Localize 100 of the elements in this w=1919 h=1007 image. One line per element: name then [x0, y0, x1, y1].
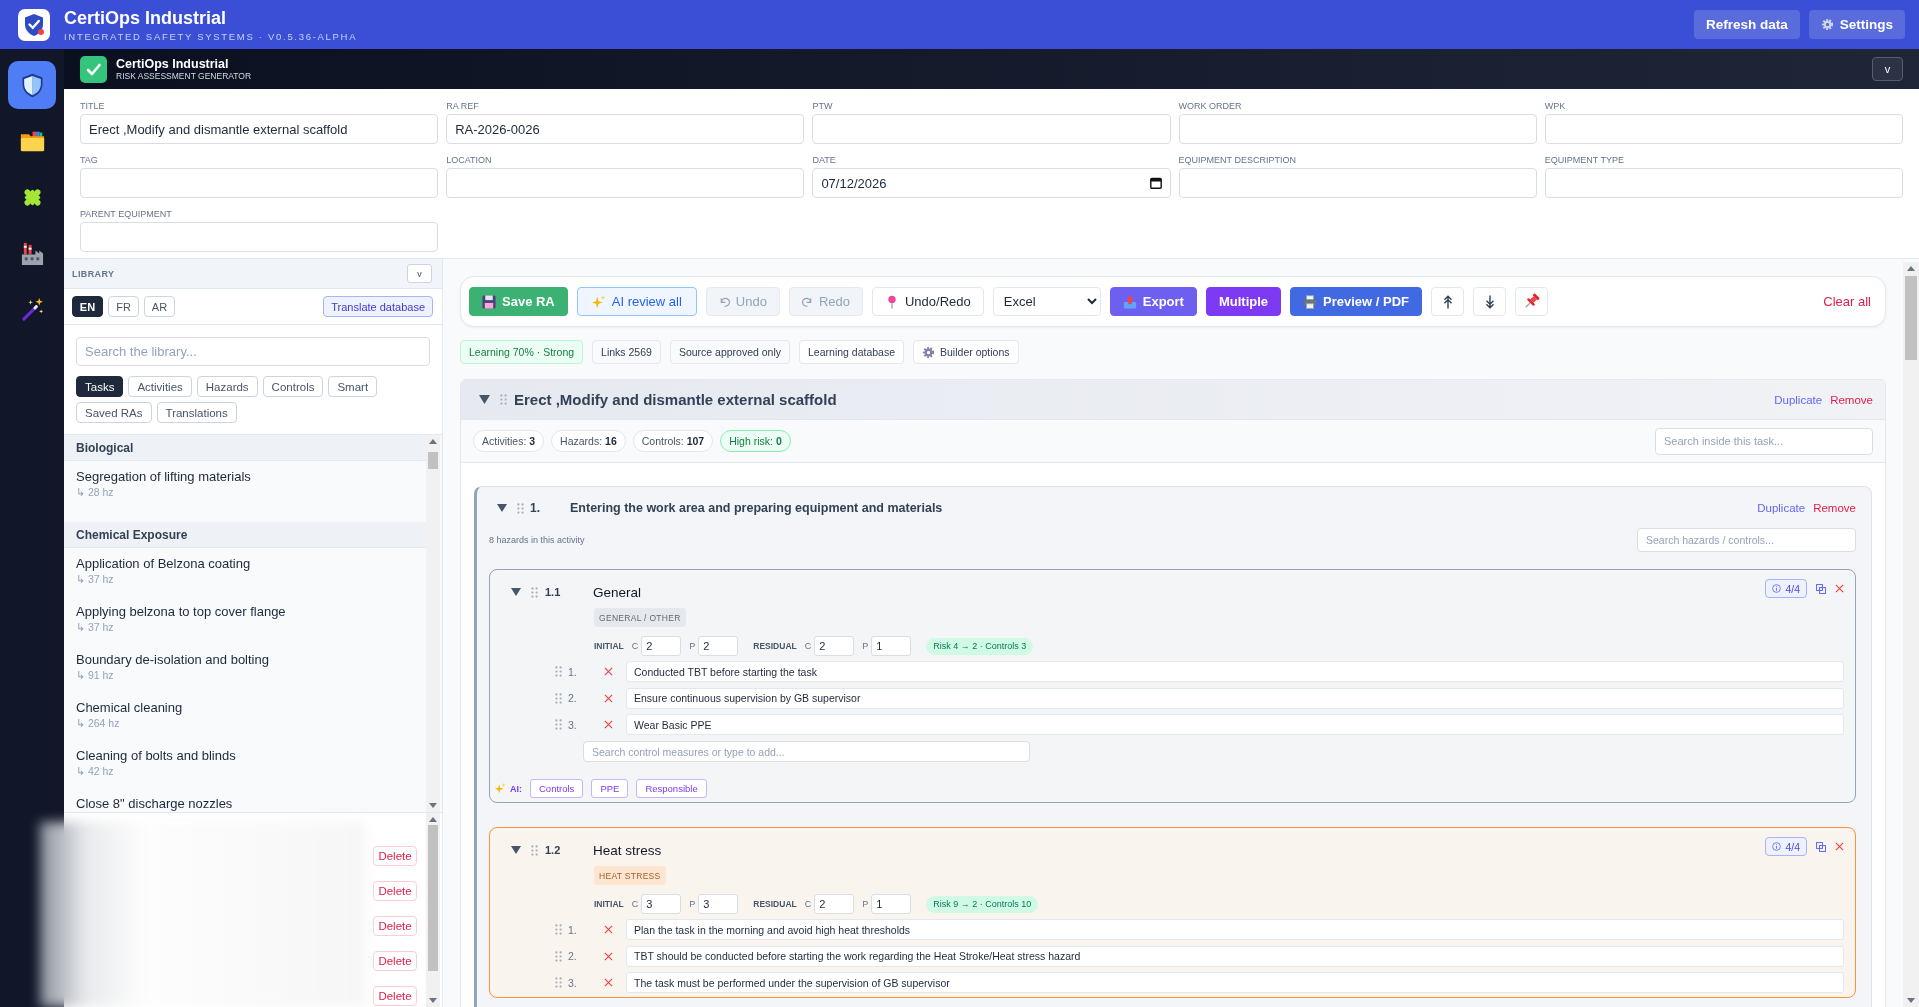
scrollbar-thumb[interactable]	[428, 452, 438, 469]
scrollbar-thumb[interactable]	[428, 825, 438, 971]
score-field[interactable]: 2	[814, 894, 855, 914]
delete-button[interactable]: Delete	[373, 846, 417, 866]
library-tab[interactable]: Smart	[328, 376, 378, 397]
text-field[interactable]: Erect ,Modify and dismantle external scaffold	[80, 114, 439, 144]
review-badge[interactable]: 4/4	[1765, 579, 1807, 598]
duplicate-link[interactable]: Duplicate	[1757, 502, 1806, 514]
language-button[interactable]: AR	[144, 296, 175, 317]
library-item-title[interactable]: Cleaning of bolts and blinds	[76, 747, 236, 764]
control-measure-field[interactable]: Wear Basic PPE	[626, 714, 1844, 735]
score-field[interactable]: 2	[641, 636, 682, 656]
caret-down-icon[interactable]	[511, 846, 521, 854]
close-icon[interactable]	[604, 951, 613, 961]
delete-button[interactable]: Delete	[373, 951, 417, 971]
hazard-search-field[interactable]: Search hazards / controls...	[1637, 528, 1856, 552]
drag-handle-icon[interactable]	[555, 666, 562, 677]
text-field[interactable]	[1544, 114, 1903, 144]
add-control-field[interactable]: Search control measures or type to add...	[583, 741, 1030, 762]
scroll-down-icon[interactable]	[1907, 998, 1915, 1003]
text-field[interactable]	[446, 168, 805, 198]
arrow-down-button[interactable]	[1473, 287, 1507, 316]
control-measure-field[interactable]: Ensure continuous supervision by GB supervisor	[626, 687, 1844, 709]
score-field[interactable]: 2	[698, 636, 739, 656]
clear-all-link[interactable]: Clear all	[1817, 294, 1877, 309]
close-icon[interactable]	[604, 720, 613, 729]
score-field[interactable]: 2	[814, 636, 855, 656]
delete-button[interactable]: Delete	[373, 881, 417, 901]
format-select[interactable]: Excel	[992, 287, 1101, 316]
settings-button[interactable]: Settings	[1808, 10, 1905, 39]
library-tab[interactable]: Activities	[128, 376, 192, 397]
collapse-button[interactable]: v	[1872, 57, 1903, 81]
remove-link[interactable]: Remove	[1813, 502, 1856, 514]
preview-button[interactable]: Preview / PDF	[1290, 287, 1423, 316]
drag-handle-icon[interactable]	[555, 924, 562, 935]
library-tab[interactable]: Tasks	[76, 376, 124, 397]
collapse-button[interactable]: v	[407, 264, 432, 283]
library-item-title[interactable]: Segregation of lifting materials	[76, 468, 251, 485]
nav-button[interactable]	[8, 61, 56, 109]
ai-review-button[interactable]: AI review all	[576, 287, 697, 316]
score-field[interactable]: 3	[641, 894, 682, 914]
remove-link[interactable]: Remove	[1830, 393, 1873, 406]
text-field[interactable]	[812, 114, 1171, 144]
library-item-title[interactable]: Application of Belzona coating	[76, 555, 251, 572]
text-field[interactable]	[80, 168, 439, 198]
arrow-up-button[interactable]	[1431, 287, 1465, 316]
copy-icon[interactable]	[1816, 583, 1826, 594]
caret-down-icon[interactable]	[497, 504, 507, 512]
control-measure-field[interactable]: TBT should be conducted before starting the work regarding the Heat Stroke/Heat stress hazard	[626, 945, 1844, 967]
library-tab[interactable]: Saved RAs	[76, 402, 152, 423]
library-item-title[interactable]: Applying belzona to top cover flange	[76, 603, 286, 620]
pin-button[interactable]	[1515, 287, 1549, 316]
scroll-down-icon[interactable]	[429, 803, 437, 808]
scroll-up-icon[interactable]	[1907, 266, 1915, 271]
copy-icon[interactable]	[1816, 841, 1826, 852]
drag-handle-icon[interactable]	[531, 586, 538, 598]
caret-down-icon[interactable]	[479, 395, 490, 404]
score-field[interactable]: 1	[871, 894, 912, 914]
learning-database-button[interactable]: Learning database	[799, 340, 905, 364]
drag-handle-icon[interactable]	[517, 502, 524, 514]
multiple-button[interactable]: Multiple	[1205, 287, 1282, 316]
text-field[interactable]	[1178, 168, 1537, 198]
library-tab[interactable]: Controls	[262, 376, 324, 397]
scroll-up-icon[interactable]	[429, 439, 437, 444]
scroll-down-icon[interactable]	[429, 998, 437, 1003]
drag-handle-icon[interactable]	[555, 950, 562, 962]
control-measure-field[interactable]: Plan the task in the morning and avoid high heat thresholds	[626, 919, 1844, 940]
text-field[interactable]: RA-2026-0026	[446, 114, 805, 144]
control-measure-field[interactable]: The task must be performed under the supervision of GB supervisor	[626, 972, 1844, 993]
close-icon[interactable]	[1835, 584, 1844, 593]
score-field[interactable]: 3	[698, 894, 739, 914]
drag-handle-icon[interactable]	[555, 977, 562, 988]
text-field[interactable]	[1178, 114, 1537, 144]
refresh-button[interactable]: Refresh data	[1693, 10, 1800, 39]
builder-options-button[interactable]: Builder options	[913, 340, 1019, 364]
drag-handle-icon[interactable]	[555, 692, 562, 704]
export-button[interactable]: Export	[1109, 287, 1197, 316]
close-icon[interactable]	[1835, 842, 1844, 851]
calendar-icon[interactable]	[1149, 177, 1162, 189]
close-icon[interactable]	[604, 925, 613, 934]
scrollbar-track[interactable]	[1903, 262, 1919, 1007]
library-tab[interactable]: Translations	[156, 402, 237, 423]
close-icon[interactable]	[604, 978, 613, 987]
drag-handle-icon[interactable]	[555, 719, 562, 730]
drag-handle-icon[interactable]	[531, 844, 538, 856]
language-button[interactable]: EN	[72, 296, 103, 317]
close-icon[interactable]	[604, 693, 613, 703]
ai-suggest-button[interactable]: Responsible	[636, 779, 707, 798]
library-search-field[interactable]: Search the library...	[76, 337, 430, 366]
scrollbar-thumb[interactable]	[1905, 276, 1917, 360]
scroll-up-icon[interactable]	[429, 817, 437, 822]
drag-handle-icon[interactable]	[500, 394, 507, 405]
text-field[interactable]	[80, 222, 439, 252]
caret-down-icon[interactable]	[511, 588, 521, 596]
delete-button[interactable]: Delete	[373, 916, 417, 936]
review-badge[interactable]: 4/4	[1765, 837, 1807, 856]
library-tab[interactable]: Hazards	[196, 376, 258, 397]
text-field[interactable]	[1544, 168, 1903, 198]
language-button[interactable]: FR	[108, 296, 139, 317]
date-field[interactable]: 07/12/2026	[812, 168, 1171, 198]
